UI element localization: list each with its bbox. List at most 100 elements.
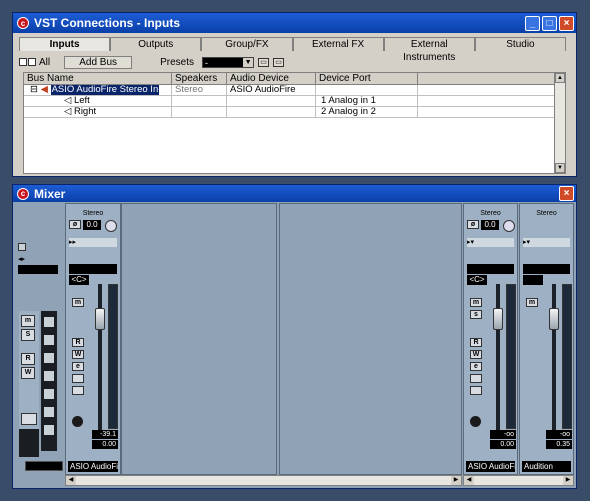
view-toggle-icon[interactable] <box>18 243 26 251</box>
filter-icon[interactable] <box>44 389 54 399</box>
collapse-all-icon[interactable] <box>28 58 36 66</box>
read-button[interactable]: R <box>72 338 84 347</box>
table-row[interactable]: ⊟ ◀ ASIO AudioFire Stereo In Stereo ASIO… <box>24 85 565 96</box>
maximize-icon[interactable]: □ <box>542 15 557 31</box>
volume-readout[interactable]: 0.35 <box>546 440 572 449</box>
tab-studio[interactable]: Studio <box>474 37 567 51</box>
expand-left-icon[interactable]: ◂▸ <box>18 255 25 263</box>
table-row[interactable]: ◁ Left 1 Analog in 1 <box>24 96 565 107</box>
filter-icon[interactable] <box>44 425 54 435</box>
routing-select[interactable]: ▸▾ <box>467 238 514 247</box>
table-row[interactable]: ◁ Right 2 Analog in 2 <box>24 107 565 118</box>
device-cell[interactable] <box>227 96 316 106</box>
channel-name[interactable]: ASIO AudioFire <box>68 461 118 472</box>
bus-name-cell: ⊟ ◀ ASIO AudioFire Stereo In <box>24 85 172 95</box>
port-cell[interactable]: 2 Analog in 2 <box>316 107 418 117</box>
mute-button[interactable]: m <box>470 298 482 307</box>
routing-select[interactable]: ▸▾ <box>523 238 570 247</box>
routing-select[interactable]: ▸▸ <box>69 238 117 247</box>
bus-name-selected[interactable]: ASIO AudioFire Stereo In <box>50 85 160 95</box>
gain-knob-icon[interactable] <box>503 220 515 232</box>
edit-button[interactable]: e <box>470 362 482 371</box>
read-button[interactable]: R <box>470 338 482 347</box>
save-preset-icon[interactable]: ▭ <box>258 57 270 67</box>
clear-button[interactable] <box>21 413 37 425</box>
pan-value[interactable]: 0.0 <box>481 220 499 230</box>
speakers-cell[interactable]: Stereo <box>172 85 227 95</box>
mixer-titlebar[interactable]: c Mixer × <box>13 185 576 202</box>
device-cell[interactable]: ASIO AudioFire <box>227 85 316 95</box>
tab-inputs[interactable]: Inputs <box>19 37 111 51</box>
filter-icon[interactable] <box>44 317 54 327</box>
delete-preset-icon[interactable]: ▭ <box>273 57 285 67</box>
add-bus-button[interactable]: Add Bus <box>64 55 133 69</box>
close-icon[interactable]: × <box>559 15 574 31</box>
pan-slider[interactable] <box>467 264 514 274</box>
port-cell[interactable]: 1 Analog in 1 <box>316 96 418 106</box>
collapse-icon[interactable]: ⊟ <box>30 85 38 95</box>
pan-slider[interactable] <box>523 264 570 274</box>
channel-name[interactable]: ASIO AudioFir <box>466 461 515 472</box>
global-write-button[interactable]: W <box>21 367 35 379</box>
global-mute-button[interactable]: m <box>21 315 35 327</box>
tab-outputs[interactable]: Outputs <box>110 37 202 51</box>
col-speakers[interactable]: Speakers <box>172 73 227 84</box>
meter-view-icon[interactable] <box>19 429 39 457</box>
presets-select[interactable]: - ▼ <box>202 56 255 68</box>
col-device-port[interactable]: Device Port <box>316 73 418 84</box>
record-enable-icon[interactable] <box>470 416 481 427</box>
filter-icon[interactable] <box>44 353 54 363</box>
device-cell[interactable] <box>227 107 316 117</box>
phase-icon[interactable]: ø <box>467 220 479 229</box>
vst-titlebar[interactable]: c VST Connections - Inputs _ □ × <box>13 13 576 33</box>
port-cell[interactable] <box>316 85 418 95</box>
col-bus-name[interactable]: Bus Name <box>24 73 172 84</box>
scroll-left-icon[interactable]: ◀ <box>464 476 474 485</box>
scroll-right-icon[interactable]: ▶ <box>451 476 461 485</box>
write-button[interactable]: W <box>470 350 482 359</box>
filter-icon[interactable] <box>44 335 54 345</box>
monitor-icon[interactable] <box>72 374 84 383</box>
global-read-button[interactable]: R <box>21 353 35 365</box>
pan-slider[interactable] <box>69 264 117 274</box>
scroll-right-icon[interactable]: ▶ <box>563 476 573 485</box>
pan-value[interactable]: 0.0 <box>83 220 101 230</box>
solo-button[interactable]: s <box>470 310 482 319</box>
volume-fader[interactable] <box>493 308 503 330</box>
speakers-cell[interactable] <box>172 96 227 106</box>
filter-icon[interactable] <box>44 371 54 381</box>
horizontal-scrollbar-main[interactable]: ◀ ▶ <box>65 475 462 486</box>
tab-group-fx[interactable]: Group/FX <box>201 37 293 51</box>
options-select[interactable] <box>25 461 63 471</box>
edit-button[interactable]: e <box>72 362 84 371</box>
monitor-icon[interactable] <box>470 374 482 383</box>
tab-external-fx[interactable]: External FX <box>292 37 384 51</box>
write-button[interactable]: W <box>72 350 84 359</box>
volume-fader[interactable] <box>95 308 105 330</box>
channel-name[interactable]: Audition <box>522 461 571 472</box>
insert-icon[interactable] <box>72 386 84 395</box>
view-select[interactable] <box>18 265 58 274</box>
horizontal-scrollbar-outputs[interactable]: ◀ ▶ <box>463 475 574 486</box>
close-icon[interactable]: × <box>559 186 574 201</box>
global-solo-button[interactable]: S <box>21 329 35 341</box>
mute-button[interactable]: m <box>526 298 538 307</box>
scroll-up-icon[interactable]: ▲ <box>555 73 565 83</box>
volume-readout[interactable]: 0.00 <box>490 440 516 449</box>
mute-button[interactable]: m <box>72 298 84 307</box>
gain-knob-icon[interactable] <box>105 220 117 232</box>
tab-external-instruments[interactable]: External Instruments <box>383 37 475 63</box>
volume-readout[interactable]: 0.00 <box>92 440 118 449</box>
col-audio-device[interactable]: Audio Device <box>227 73 316 84</box>
phase-icon[interactable]: ø <box>69 220 81 229</box>
record-enable-icon[interactable] <box>72 416 83 427</box>
scroll-down-icon[interactable]: ▼ <box>555 163 565 173</box>
filter-icon[interactable] <box>44 407 54 417</box>
speakers-cell[interactable] <box>172 107 227 117</box>
scroll-left-icon[interactable]: ◀ <box>66 476 76 485</box>
vertical-scrollbar[interactable]: ▲ ▼ <box>554 73 565 173</box>
volume-fader[interactable] <box>549 308 559 330</box>
insert-icon[interactable] <box>470 386 482 395</box>
expand-all-icon[interactable] <box>19 58 27 66</box>
minimize-icon[interactable]: _ <box>525 15 540 31</box>
